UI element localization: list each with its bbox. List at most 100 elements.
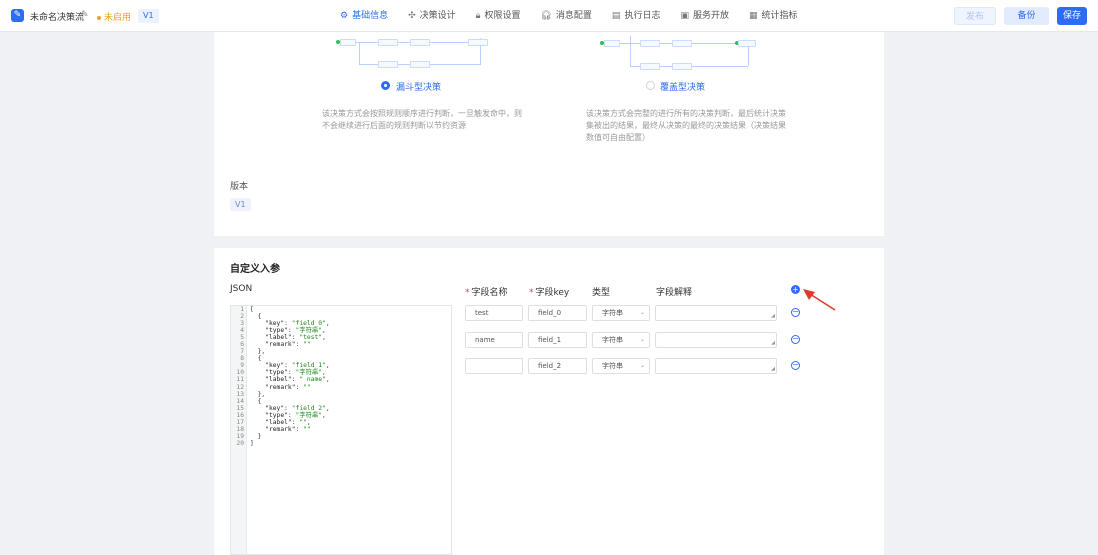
- field-type-select[interactable]: 字符串 ⌄: [592, 358, 650, 374]
- column-header-type: 类型: [592, 288, 611, 298]
- tab-execution-log[interactable]: ▤ 执行日志: [612, 0, 661, 32]
- field-key-input[interactable]: field_0: [528, 305, 587, 321]
- code-line: "label": " name",: [265, 376, 330, 384]
- remove-field-button[interactable]: −: [791, 335, 800, 344]
- tab-permissions[interactable]: 🔒︎ 权限设置: [476, 0, 521, 32]
- line-number: 6: [240, 341, 244, 349]
- edit-icon[interactable]: ✎: [81, 10, 89, 20]
- flow-node: [738, 40, 756, 47]
- line-number-gutter: 1 2 3 4 5 6 7 8 9 10 11 12 13 14 15 16 17 18 19 20: [231, 306, 247, 554]
- flow-node: [604, 40, 620, 47]
- main-tabs: ⚙ 基础信息 ✣ 决策设计 🔒︎ 权限设置 🎧︎ 消息配置 ▤ 执行日志 ▣ 服务开放 ▦ 统…: [340, 0, 818, 32]
- line-number: 19: [236, 432, 244, 440]
- flow-node: [468, 39, 488, 46]
- field-type-value: 字符串: [602, 362, 623, 370]
- remove-field-button[interactable]: −: [791, 361, 800, 370]
- section-title: 自定义入参: [230, 264, 280, 275]
- funnel-radio[interactable]: [381, 81, 390, 90]
- field-name-input[interactable]: name: [465, 332, 523, 348]
- document-icon: ▤: [611, 11, 621, 21]
- line-number: 15: [236, 404, 244, 412]
- code-line: "key": "field_2",: [265, 404, 330, 412]
- tab-service-open[interactable]: ▣ 服务开放: [680, 0, 729, 32]
- column-header-key: * 字段key: [529, 285, 569, 298]
- tab-decision-design[interactable]: ✣ 决策设计: [408, 0, 456, 32]
- flow-node: [378, 39, 398, 46]
- field-remark-textarea[interactable]: ◢: [655, 332, 777, 348]
- field-remark-textarea[interactable]: ◢: [655, 305, 777, 321]
- code-line: },: [250, 390, 266, 398]
- line-number: 16: [236, 411, 244, 419]
- code-line: "label": "",: [265, 418, 311, 426]
- field-name-input[interactable]: [465, 358, 523, 374]
- chevron-down-icon: ⌄: [639, 362, 645, 369]
- required-mark: *: [529, 288, 534, 298]
- field-type-select[interactable]: 字符串 ⌄: [592, 332, 650, 348]
- line-number: 10: [236, 369, 244, 377]
- line-number: 5: [240, 334, 244, 342]
- resize-grip-icon[interactable]: ◢: [771, 367, 775, 372]
- tab-label: 消息配置: [555, 11, 592, 21]
- code-line: "remark": "": [265, 341, 311, 349]
- version-badge: V1: [138, 9, 159, 23]
- tab-label: 服务开放: [692, 11, 729, 21]
- resize-grip-icon[interactable]: ◢: [771, 314, 775, 319]
- field-remark-textarea[interactable]: ◢: [655, 358, 777, 374]
- field-type-value: 字符串: [602, 336, 623, 344]
- line-number: 11: [236, 376, 244, 384]
- backup-button[interactable]: 备份: [1004, 7, 1049, 25]
- field-type-select[interactable]: 字符串 ⌄: [592, 305, 650, 321]
- code-line: "type": "字符串",: [265, 411, 326, 419]
- flow-node: [410, 61, 430, 68]
- headset-icon: 🎧︎: [540, 11, 552, 21]
- version-chip[interactable]: V1: [230, 198, 251, 211]
- code-line: }: [250, 432, 262, 440]
- tab-basic-info[interactable]: ⚙ 基础信息: [340, 0, 388, 32]
- flow-line: [630, 36, 631, 66]
- code-line: "remark": "": [265, 383, 311, 391]
- code-line: [: [250, 306, 254, 313]
- tab-label: 权限设置: [484, 11, 521, 21]
- tab-message-config[interactable]: 🎧︎ 消息配置: [540, 0, 591, 32]
- required-mark: *: [465, 288, 470, 298]
- remove-field-button[interactable]: −: [791, 308, 800, 317]
- tab-statistics[interactable]: ▦ 统计指标: [749, 0, 798, 32]
- field-type-value: 字符串: [602, 309, 623, 317]
- window-icon: ▣: [680, 11, 689, 21]
- resize-grip-icon[interactable]: ◢: [771, 341, 775, 346]
- line-number: 1: [240, 306, 244, 313]
- basic-info-card: 漏斗型决策 覆盖型决策 该决策方式会按照规则顺序进行判断，一旦触发命中，则不会继…: [214, 32, 884, 236]
- field-name-input[interactable]: test: [465, 305, 523, 321]
- coverage-flow-diagram: [598, 36, 758, 70]
- add-field-button[interactable]: +: [791, 285, 800, 294]
- line-number: 13: [236, 390, 244, 398]
- line-number: 8: [240, 355, 244, 363]
- flow-node: [378, 61, 398, 68]
- line-number: 9: [240, 362, 244, 370]
- field-key-input[interactable]: field_2: [528, 358, 587, 374]
- field-key-input[interactable]: field_1: [528, 332, 587, 348]
- line-number: 7: [240, 348, 244, 356]
- json-code[interactable]: [ { "key": "field_0", "type": "字符串", "la…: [250, 306, 330, 447]
- tab-label: 决策设计: [419, 11, 456, 21]
- json-editor[interactable]: 1 2 3 4 5 6 7 8 9 10 11 12 13 14 15 16 17 18 19 20 [ { "key…: [230, 305, 452, 555]
- publish-button[interactable]: 发布: [954, 7, 996, 25]
- flow-node: [672, 40, 692, 47]
- line-number: 14: [236, 397, 244, 405]
- funnel-flow-diagram: [334, 36, 494, 68]
- flow-node: [640, 40, 660, 47]
- code-line: "type": "字符串",: [265, 327, 326, 335]
- save-button[interactable]: 保存: [1057, 7, 1087, 25]
- coverage-decision-label[interactable]: 覆盖型决策: [660, 80, 705, 93]
- funnel-decision-label[interactable]: 漏斗型决策: [396, 80, 441, 93]
- coverage-radio[interactable]: [646, 81, 655, 90]
- column-header-name-label: 字段名称: [471, 288, 508, 298]
- coverage-description: 该决策方式会完整的进行所有的决策判断，最后统计决策集被出的结果，最终从决策的最终…: [586, 109, 786, 142]
- code-line: ]: [250, 439, 254, 447]
- custom-params-card: 自定义入参 JSON 1 2 3 4 5 6 7 8 9 10 11 12 13 14 15 16 17 18 19…: [214, 248, 884, 555]
- column-header-key-label: 字段key: [535, 288, 570, 298]
- code-line: "type": "字符串",: [265, 369, 326, 377]
- line-number: 17: [236, 418, 244, 426]
- status-text: 未启用: [104, 13, 132, 23]
- line-number: 4: [240, 327, 244, 335]
